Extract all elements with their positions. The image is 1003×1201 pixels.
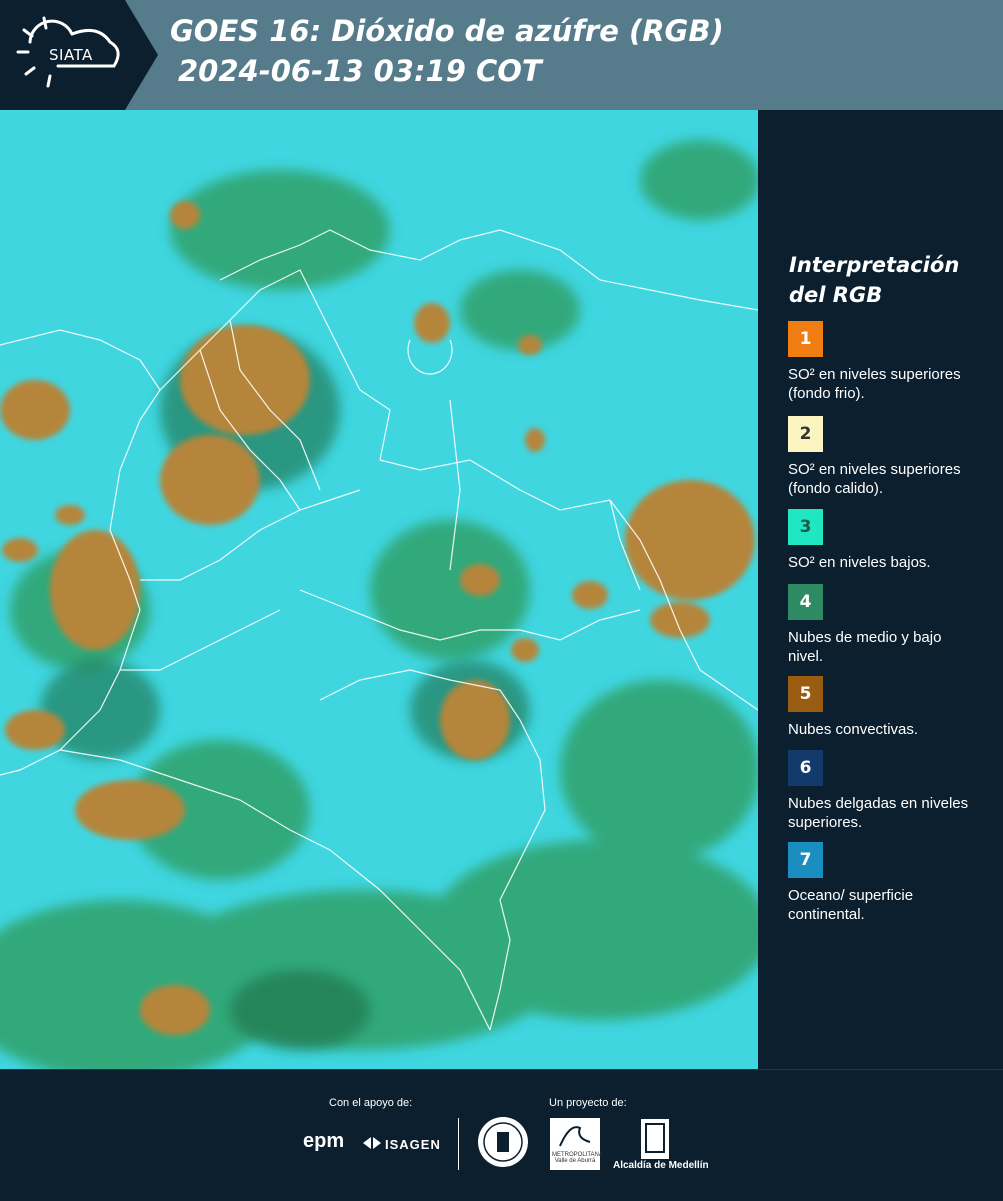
logo-text: SIATA: [49, 46, 93, 64]
legend-swatch: 7: [788, 842, 823, 878]
footer: Con el apoyo de: Un proyecto de: epm ISA…: [0, 1069, 1003, 1201]
siata-logo: SIATA: [0, 0, 158, 110]
project-label: Un proyecto de:: [549, 1097, 627, 1109]
legend-swatch: 3: [788, 509, 823, 545]
legend-item-7: 7 Oceano/ superficie continental.: [788, 842, 988, 924]
legend-swatch: 6: [788, 750, 823, 786]
legend-panel: Interpretación del RGB 1 SO² en niveles …: [760, 110, 1003, 1069]
legend-label: Nubes convectivas.: [788, 721, 919, 738]
legend-item-4: 4 Nubes de medio y bajo nivel.: [788, 584, 988, 666]
area-metropolitana-text: METROPOLITANA Valle de Aburrá: [552, 1152, 603, 1164]
page-title: GOES 16: Dióxido de azúfre (RGB): [170, 14, 724, 48]
epm-logo: epm: [303, 1130, 345, 1152]
timestamp: 2024-06-13 03:19 COT: [178, 54, 542, 88]
legend-item-5: 5 Nubes convectivas.: [788, 676, 988, 739]
legend-swatch: 2: [788, 416, 823, 452]
legend-title-line2: del RGB: [789, 283, 883, 307]
footer-divider: [458, 1118, 459, 1170]
legend-label: SO² en niveles bajos.: [788, 554, 931, 571]
legend-item-2: 2 SO² en niveles superiores (fondo calid…: [788, 416, 988, 498]
alcaldia-label: Alcaldía de Medellín: [613, 1160, 709, 1171]
legend-label: SO² en niveles superiores (fondo calido)…: [788, 461, 961, 497]
legend-swatch: 5: [788, 676, 823, 712]
legend-item-3: 3 SO² en niveles bajos.: [788, 509, 988, 572]
header-bar: SIATA GOES 16: Dióxido de azúfre (RGB) 2…: [0, 0, 1003, 110]
legend-label: Nubes de medio y bajo nivel.: [788, 629, 942, 665]
medellin-seal-icon: [478, 1117, 528, 1167]
satellite-map: [0, 110, 758, 1069]
legend-item-1: 1 SO² en niveles superiores (fondo frio)…: [788, 321, 988, 403]
legend-swatch: 1: [788, 321, 823, 357]
legend-label: Nubes delgadas en niveles superiores.: [788, 795, 969, 831]
isagen-icon: [363, 1137, 381, 1149]
support-label: Con el apoyo de:: [329, 1097, 413, 1109]
legend-swatch: 4: [788, 584, 823, 620]
isagen-logo: ISAGEN: [385, 1137, 441, 1152]
legend-label: SO² en niveles superiores (fondo frio).: [788, 366, 961, 402]
alcaldia-shield-icon: [641, 1119, 669, 1159]
legend-title: Interpretación del RGB: [789, 250, 959, 310]
legend-item-6: 6 Nubes delgadas en niveles superiores.: [788, 750, 988, 832]
legend-title-line1: Interpretación: [789, 253, 960, 277]
legend-label: Oceano/ superficie continental.: [788, 887, 914, 923]
